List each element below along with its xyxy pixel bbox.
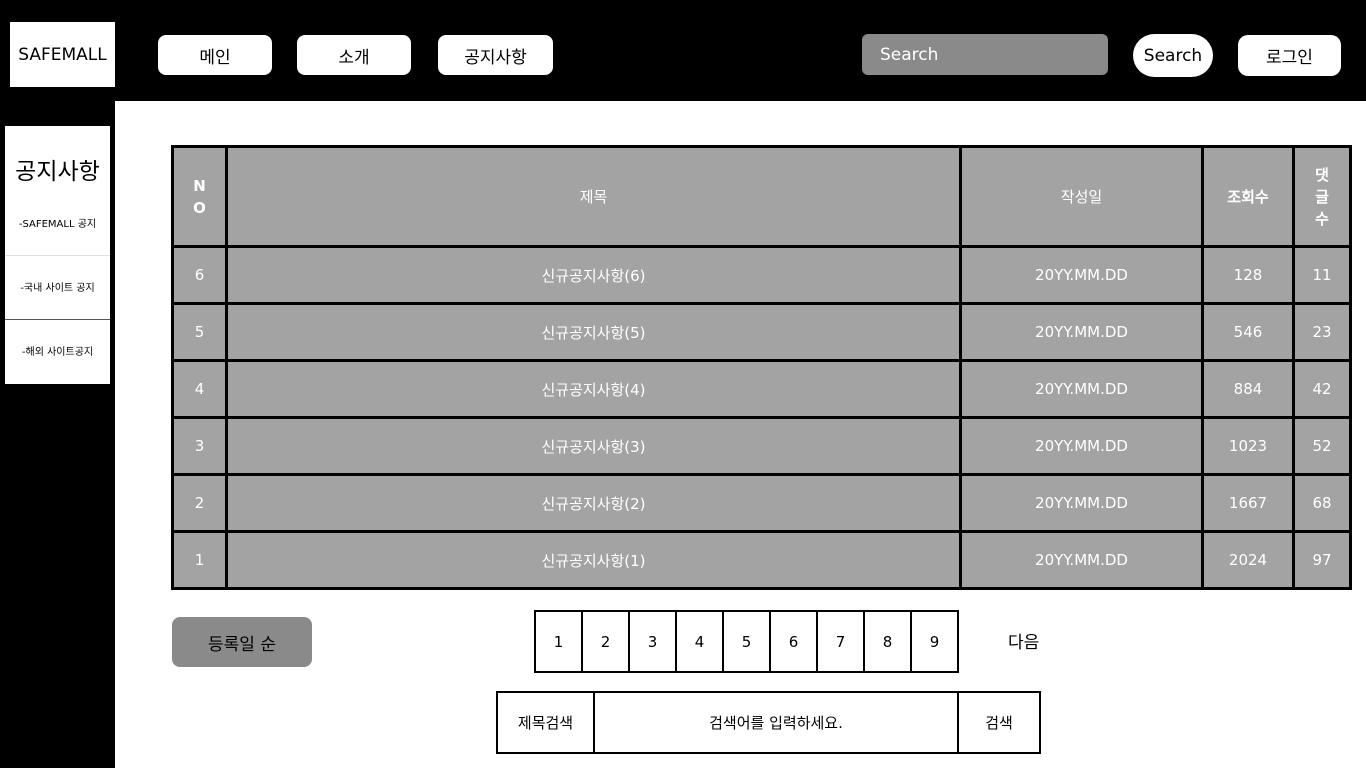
top-header: SAFEMALL 메인 소개 공지사항 Search 로그인 — [0, 0, 1366, 101]
cell-views: 1667 — [1201, 473, 1295, 533]
cell-comments: 52 — [1292, 416, 1352, 476]
sidebar-panel: 공지사항 -SAFEMALL 공지 -국내 사이트 공지 -해외 사이트공지 — [5, 126, 110, 384]
cell-comments: 23 — [1292, 302, 1352, 362]
nav-main-button[interactable]: 메인 — [158, 35, 272, 75]
cell-comments: 68 — [1292, 473, 1352, 533]
cell-no: 6 — [171, 245, 228, 305]
table-header-row: NO 제목 작성일 조회수 댓글수 — [171, 145, 1352, 248]
cell-no: 4 — [171, 359, 228, 419]
sidebar-item-domestic-notice[interactable]: -국내 사이트 공지 — [5, 254, 110, 318]
cell-views: 2024 — [1201, 530, 1295, 590]
nav-notice-button[interactable]: 공지사항 — [438, 35, 553, 75]
cell-views: 546 — [1201, 302, 1295, 362]
nav-about-button[interactable]: 소개 — [297, 35, 411, 75]
table-row[interactable]: 2 신규공지사항(2) 20YY.MM.DD 1667 68 — [171, 473, 1352, 533]
cell-date: 20YY.MM.DD — [959, 359, 1204, 419]
cell-title-link[interactable]: 신규공지사항(3) — [225, 416, 962, 476]
col-header-comments: 댓글수 — [1292, 145, 1352, 248]
cell-comments: 11 — [1292, 245, 1352, 305]
table-row[interactable]: 3 신규공지사항(3) 20YY.MM.DD 1023 52 — [171, 416, 1352, 476]
cell-title-link[interactable]: 신규공지사항(1) — [225, 530, 962, 590]
cell-views: 884 — [1201, 359, 1295, 419]
page-button-9[interactable]: 9 — [912, 612, 957, 671]
page-button-2[interactable]: 2 — [583, 612, 630, 671]
table-row[interactable]: 1 신규공지사항(1) 20YY.MM.DD 2024 97 — [171, 530, 1352, 590]
col-header-views: 조회수 — [1201, 145, 1295, 248]
title-search-input[interactable] — [595, 693, 959, 752]
table-row[interactable]: 4 신규공지사항(4) 20YY.MM.DD 884 42 — [171, 359, 1352, 419]
table-row[interactable]: 6 신규공지사항(6) 20YY.MM.DD 128 11 — [171, 245, 1352, 305]
cell-comments: 97 — [1292, 530, 1352, 590]
page-button-1[interactable]: 1 — [536, 612, 583, 671]
header-search-input[interactable] — [862, 34, 1108, 75]
cell-no: 5 — [171, 302, 228, 362]
cell-views: 1023 — [1201, 416, 1295, 476]
cell-date: 20YY.MM.DD — [959, 302, 1204, 362]
sidebar-item-overseas-notice[interactable]: -해외 사이트공지 — [5, 318, 110, 382]
sort-by-date-button[interactable]: 등록일 순 — [172, 617, 312, 667]
search-type-selector[interactable]: 제목검색 — [498, 693, 595, 752]
sidebar-title: 공지사항 — [15, 159, 100, 185]
cell-title-link[interactable]: 신규공지사항(6) — [225, 245, 962, 305]
cell-date: 20YY.MM.DD — [959, 416, 1204, 476]
notice-table-container: NO 제목 작성일 조회수 댓글수 6 신규공지사항(6) 20YY.MM.DD… — [171, 145, 1352, 590]
cell-date: 20YY.MM.DD — [959, 245, 1204, 305]
pagination: 1 2 3 4 5 6 7 8 9 — [534, 610, 959, 673]
page-button-8[interactable]: 8 — [865, 612, 912, 671]
cell-title-link[interactable]: 신규공지사항(5) — [225, 302, 962, 362]
cell-no: 3 — [171, 416, 228, 476]
login-button[interactable]: 로그인 — [1238, 35, 1341, 76]
safemall-logo[interactable]: SAFEMALL — [10, 22, 115, 87]
page-button-7[interactable]: 7 — [818, 612, 865, 671]
cell-no: 1 — [171, 530, 228, 590]
col-header-title: 제목 — [225, 145, 962, 248]
page-button-5[interactable]: 5 — [724, 612, 771, 671]
next-page-link[interactable]: 다음 — [1008, 628, 1039, 653]
col-header-date: 작성일 — [959, 145, 1204, 248]
header-search-button[interactable]: Search — [1133, 34, 1213, 77]
page-button-6[interactable]: 6 — [771, 612, 818, 671]
cell-title-link[interactable]: 신규공지사항(4) — [225, 359, 962, 419]
cell-title-link[interactable]: 신규공지사항(2) — [225, 473, 962, 533]
table-row[interactable]: 5 신규공지사항(5) 20YY.MM.DD 546 23 — [171, 302, 1352, 362]
cell-comments: 42 — [1292, 359, 1352, 419]
cell-views: 128 — [1201, 245, 1295, 305]
notice-table: NO 제목 작성일 조회수 댓글수 6 신규공지사항(6) 20YY.MM.DD… — [171, 145, 1352, 590]
cell-date: 20YY.MM.DD — [959, 473, 1204, 533]
page-button-4[interactable]: 4 — [677, 612, 724, 671]
col-header-no: NO — [171, 145, 228, 248]
cell-no: 2 — [171, 473, 228, 533]
page-button-3[interactable]: 3 — [630, 612, 677, 671]
title-search-bar: 제목검색 검색 — [496, 691, 1041, 754]
title-search-button[interactable]: 검색 — [959, 693, 1039, 752]
cell-date: 20YY.MM.DD — [959, 530, 1204, 590]
sidebar-item-safemall-notice[interactable]: -SAFEMALL 공지 — [5, 190, 110, 254]
